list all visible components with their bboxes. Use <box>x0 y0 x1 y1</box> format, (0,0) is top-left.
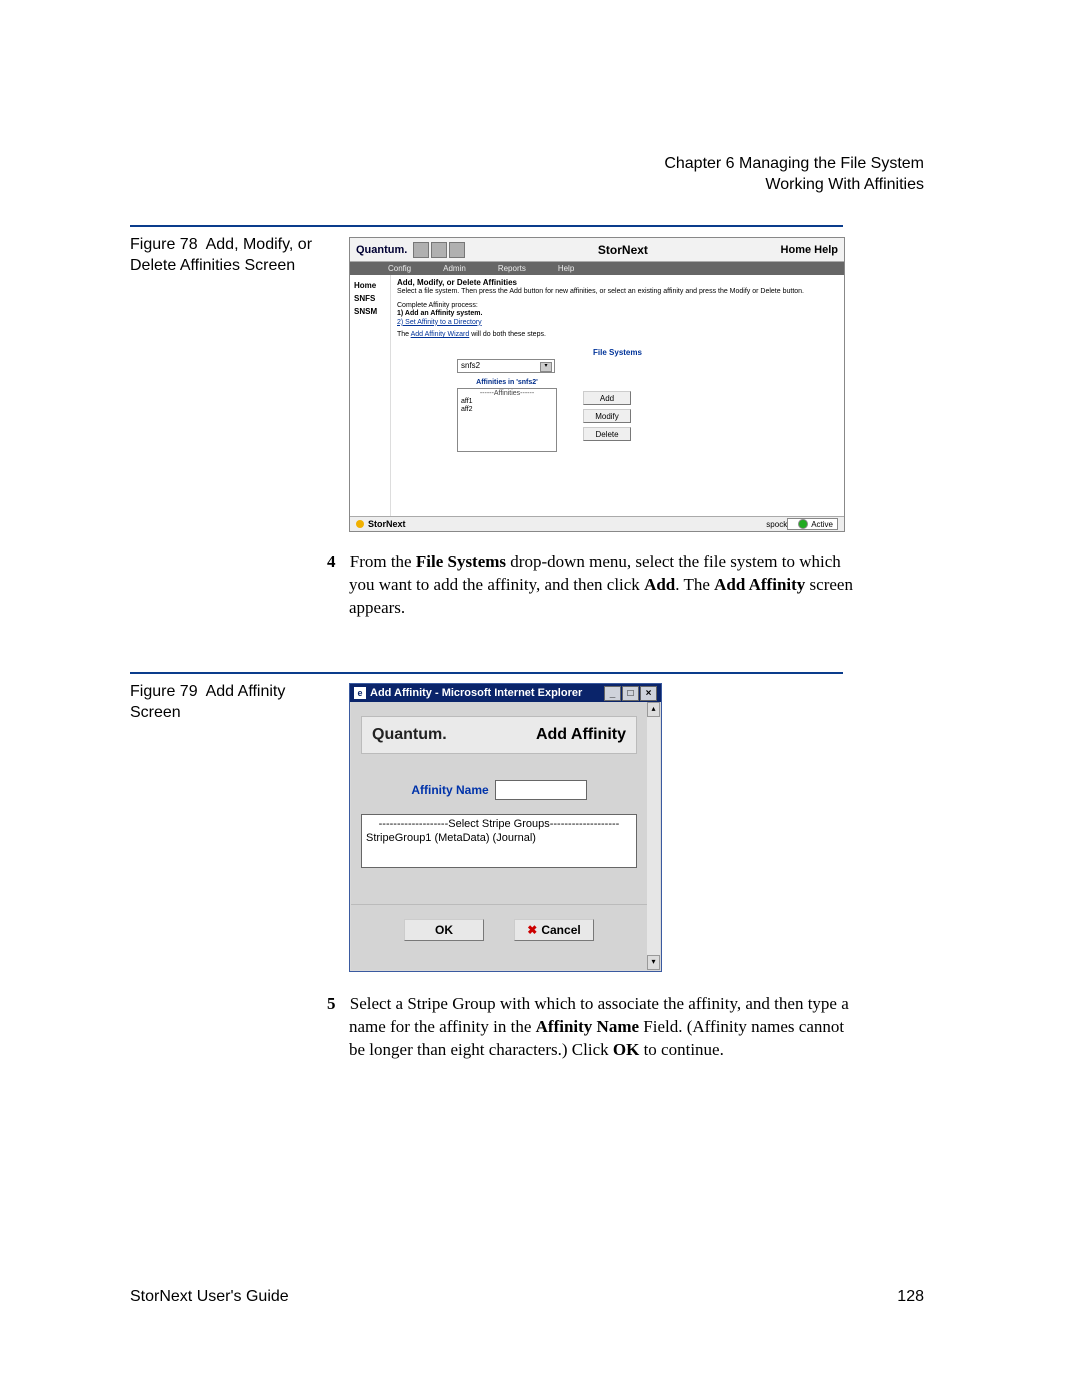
chapter-line: Chapter 6 Managing the File System <box>664 154 924 175</box>
affinities-listbox[interactable]: ------Affinities------ aff1 aff2 <box>457 388 557 452</box>
sidebar-item-home[interactable]: Home <box>350 279 390 292</box>
dialog-window-title: Add Affinity - Microsoft Internet Explor… <box>370 687 582 699</box>
scrollbar[interactable]: ▴ ▾ <box>646 702 660 970</box>
scroll-up-icon[interactable]: ▴ <box>647 702 660 717</box>
dialog-titlebar: e Add Affinity - Microsoft Internet Expl… <box>350 684 661 702</box>
header-icon <box>449 242 465 258</box>
t-bold: Add Affinity <box>714 575 805 594</box>
footer-page-number: 128 <box>897 1288 924 1306</box>
status-state-pill: Active <box>787 518 838 530</box>
t: . The <box>675 575 714 594</box>
t-bold: File Systems <box>416 552 506 571</box>
sidebar-item-snfs[interactable]: SNFS <box>350 292 390 305</box>
status-state: Active <box>811 520 833 529</box>
modify-button[interactable]: Modify <box>583 409 631 423</box>
sidebar-item-snsm[interactable]: SNSM <box>350 305 390 318</box>
affinities-header: ------Affinities------ <box>461 390 553 398</box>
header-icon <box>431 242 447 258</box>
affinity-item[interactable]: aff1 <box>461 398 553 406</box>
menu-help[interactable]: Help <box>558 264 574 273</box>
file-systems-label: File Systems <box>397 348 838 358</box>
figure79-label: Figure 79 <box>130 683 198 700</box>
delete-button[interactable]: Delete <box>583 427 631 441</box>
active-dot-icon <box>798 519 808 529</box>
panel-heading: Add, Modify, or Delete Affinities <box>397 278 838 288</box>
page-header: Chapter 6 Managing the File System Worki… <box>664 154 924 196</box>
minimize-icon[interactable]: _ <box>604 686 621 701</box>
figure78-label: Figure 78 <box>130 236 198 253</box>
cancel-button[interactable]: ✖ Cancel <box>514 919 594 941</box>
app-header: Quantum. StorNext Home Help <box>350 238 844 262</box>
figure78-caption: Figure 78 Add, Modify, or Delete Affinit… <box>130 235 340 277</box>
maximize-icon[interactable]: □ <box>622 686 639 701</box>
wizard-line: The Add Affinity Wizard will do both the… <box>397 331 838 339</box>
file-systems-select[interactable]: snfs2 ▾ <box>457 359 555 373</box>
header-icon <box>413 242 429 258</box>
x-icon: ✖ <box>527 923 537 937</box>
process-step1: 1) Add an Affinity system. <box>397 310 482 317</box>
stornext-admin-screenshot: Quantum. StorNext Home Help Config Admin… <box>349 237 845 532</box>
status-bar: StorNext spock Active <box>350 516 844 531</box>
step5-number: 5 <box>327 994 336 1013</box>
stripe-groups-list[interactable]: -------------------Select Stripe Groups-… <box>361 814 637 868</box>
status-product: StorNext <box>368 519 406 529</box>
menubar: Config Admin Reports Help <box>350 262 844 275</box>
scroll-down-icon[interactable]: ▾ <box>647 955 660 970</box>
sidebar: Home SNFS SNSM <box>350 275 391 518</box>
menu-reports[interactable]: Reports <box>498 264 526 273</box>
rule <box>130 672 843 674</box>
header-icons <box>413 242 465 258</box>
home-help-links[interactable]: Home Help <box>781 244 838 256</box>
ie-app-icon: e <box>354 687 366 699</box>
dialog-title: Add Affinity <box>447 726 626 744</box>
ok-label: OK <box>435 923 453 937</box>
wizard-post: will do both these steps. <box>469 331 546 338</box>
main-panel: Add, Modify, or Delete Affinities Select… <box>391 275 844 518</box>
step4-number: 4 <box>327 552 336 571</box>
wizard-pre: The <box>397 331 411 338</box>
add-affinity-dialog: e Add Affinity - Microsoft Internet Expl… <box>349 683 662 972</box>
stripe-group-item[interactable]: StripeGroup1 (MetaData) (Journal) <box>366 831 632 845</box>
brand-logo: Quantum. <box>356 244 407 256</box>
menu-config[interactable]: Config <box>388 264 411 273</box>
affinity-name-input[interactable] <box>495 780 587 800</box>
file-systems-value: snfs2 <box>461 361 480 371</box>
add-button[interactable]: Add <box>583 391 631 405</box>
figure79-caption: Figure 79 Add Affinity Screen <box>130 682 340 724</box>
step5-text: 5 Select a Stripe Group with which to as… <box>349 993 864 1062</box>
app-title: StorNext <box>465 243 780 257</box>
t-bold: Affinity Name <box>536 1017 639 1036</box>
add-affinity-wizard-link[interactable]: Add Affinity Wizard <box>411 331 470 338</box>
affinity-name-label: Affinity Name <box>411 783 488 797</box>
menu-admin[interactable]: Admin <box>443 264 466 273</box>
t-bold: OK <box>613 1040 639 1059</box>
brand-logo: Quantum. <box>372 726 447 744</box>
rule <box>130 225 843 227</box>
process-step2-link[interactable]: 2) Set Affinity to a Directory <box>397 319 838 327</box>
t-bold: Add <box>644 575 675 594</box>
step4-text: 4 From the File Systems drop-down menu, … <box>349 551 859 620</box>
affinity-item[interactable]: aff2 <box>461 406 553 414</box>
footer-guide: StorNext User's Guide <box>130 1288 289 1306</box>
process-label: Complete Affinity process: <box>397 302 838 310</box>
t: From the <box>350 552 416 571</box>
affinities-label: Affinities in 'snfs2' <box>457 379 557 387</box>
section-line: Working With Affinities <box>664 175 924 196</box>
panel-desc: Select a file system. Then press the Add… <box>397 288 838 296</box>
stripe-groups-header: -------------------Select Stripe Groups-… <box>366 817 632 831</box>
status-host: spock <box>766 520 787 529</box>
status-dot-icon <box>356 520 364 528</box>
dialog-header-band: Quantum. Add Affinity <box>361 716 637 754</box>
chevron-down-icon[interactable]: ▾ <box>540 362 552 372</box>
cancel-label: Cancel <box>541 923 580 937</box>
close-icon[interactable]: × <box>640 686 657 701</box>
ok-button[interactable]: OK <box>404 919 484 941</box>
t: to continue. <box>639 1040 724 1059</box>
